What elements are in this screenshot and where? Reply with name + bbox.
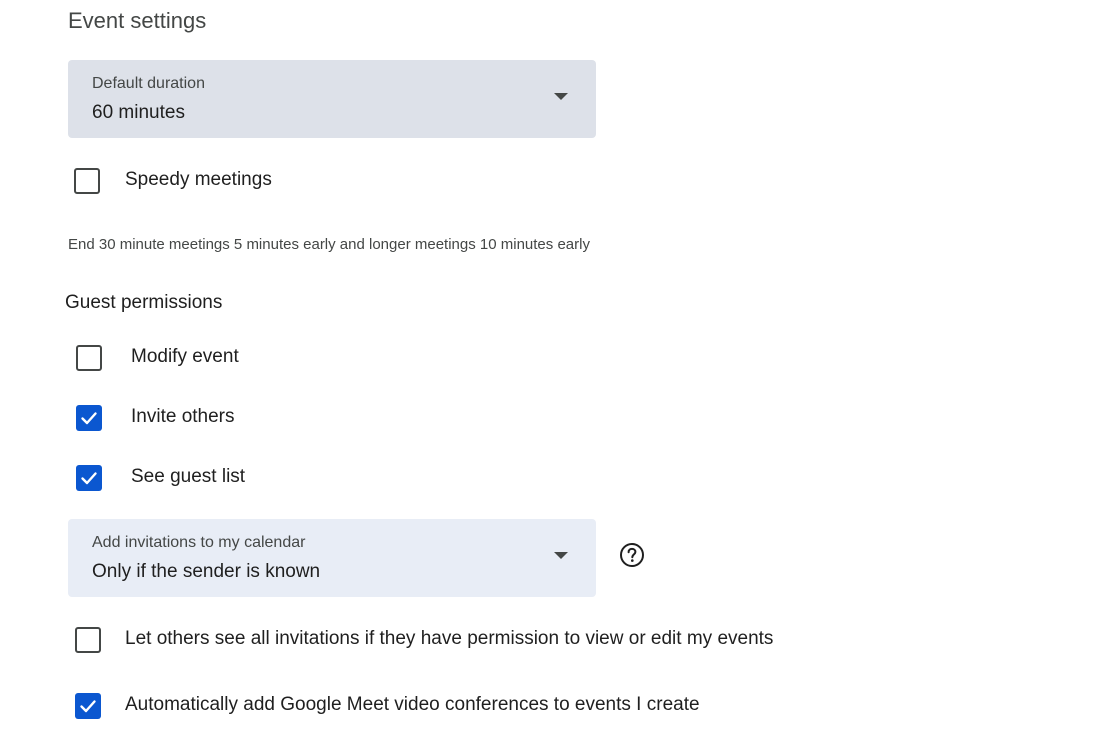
checkmark-icon <box>80 700 96 713</box>
add-invitations-select[interactable]: Add invitations to my calendar Only if t… <box>68 519 596 597</box>
add-invitations-label: Add invitations to my calendar <box>92 534 306 551</box>
speedy-meetings-description: End 30 minute meetings 5 minutes early a… <box>68 236 590 253</box>
see-guest-list-checkbox[interactable] <box>76 465 102 491</box>
modify-event-checkbox[interactable] <box>76 345 102 371</box>
auto-meet-checkbox[interactable] <box>75 693 101 719</box>
default-duration-value: 60 minutes <box>92 102 185 123</box>
see-guest-list-label[interactable]: See guest list <box>131 465 245 489</box>
speedy-meetings-label[interactable]: Speedy meetings <box>125 168 272 192</box>
default-duration-label: Default duration <box>92 75 205 92</box>
default-duration-select[interactable]: Default duration 60 minutes <box>68 60 596 138</box>
auto-meet-label[interactable]: Automatically add Google Meet video conf… <box>125 693 700 717</box>
guest-permissions-title: Guest permissions <box>65 292 223 313</box>
dropdown-arrow-icon <box>554 552 568 559</box>
section-title: Event settings <box>68 8 207 33</box>
let-others-see-checkbox[interactable] <box>75 627 101 653</box>
checkmark-icon <box>81 412 97 425</box>
invite-others-label[interactable]: Invite others <box>131 405 235 429</box>
add-invitations-value: Only if the sender is known <box>92 561 321 582</box>
let-others-see-label[interactable]: Let others see all invitations if they h… <box>125 627 773 651</box>
speedy-meetings-checkbox[interactable] <box>74 168 100 194</box>
help-button[interactable] <box>614 537 650 573</box>
modify-event-label[interactable]: Modify event <box>131 345 239 369</box>
dropdown-arrow-icon <box>554 93 568 100</box>
invite-others-checkbox[interactable] <box>76 405 102 431</box>
checkmark-icon <box>81 472 97 485</box>
help-circle-icon <box>620 543 644 567</box>
